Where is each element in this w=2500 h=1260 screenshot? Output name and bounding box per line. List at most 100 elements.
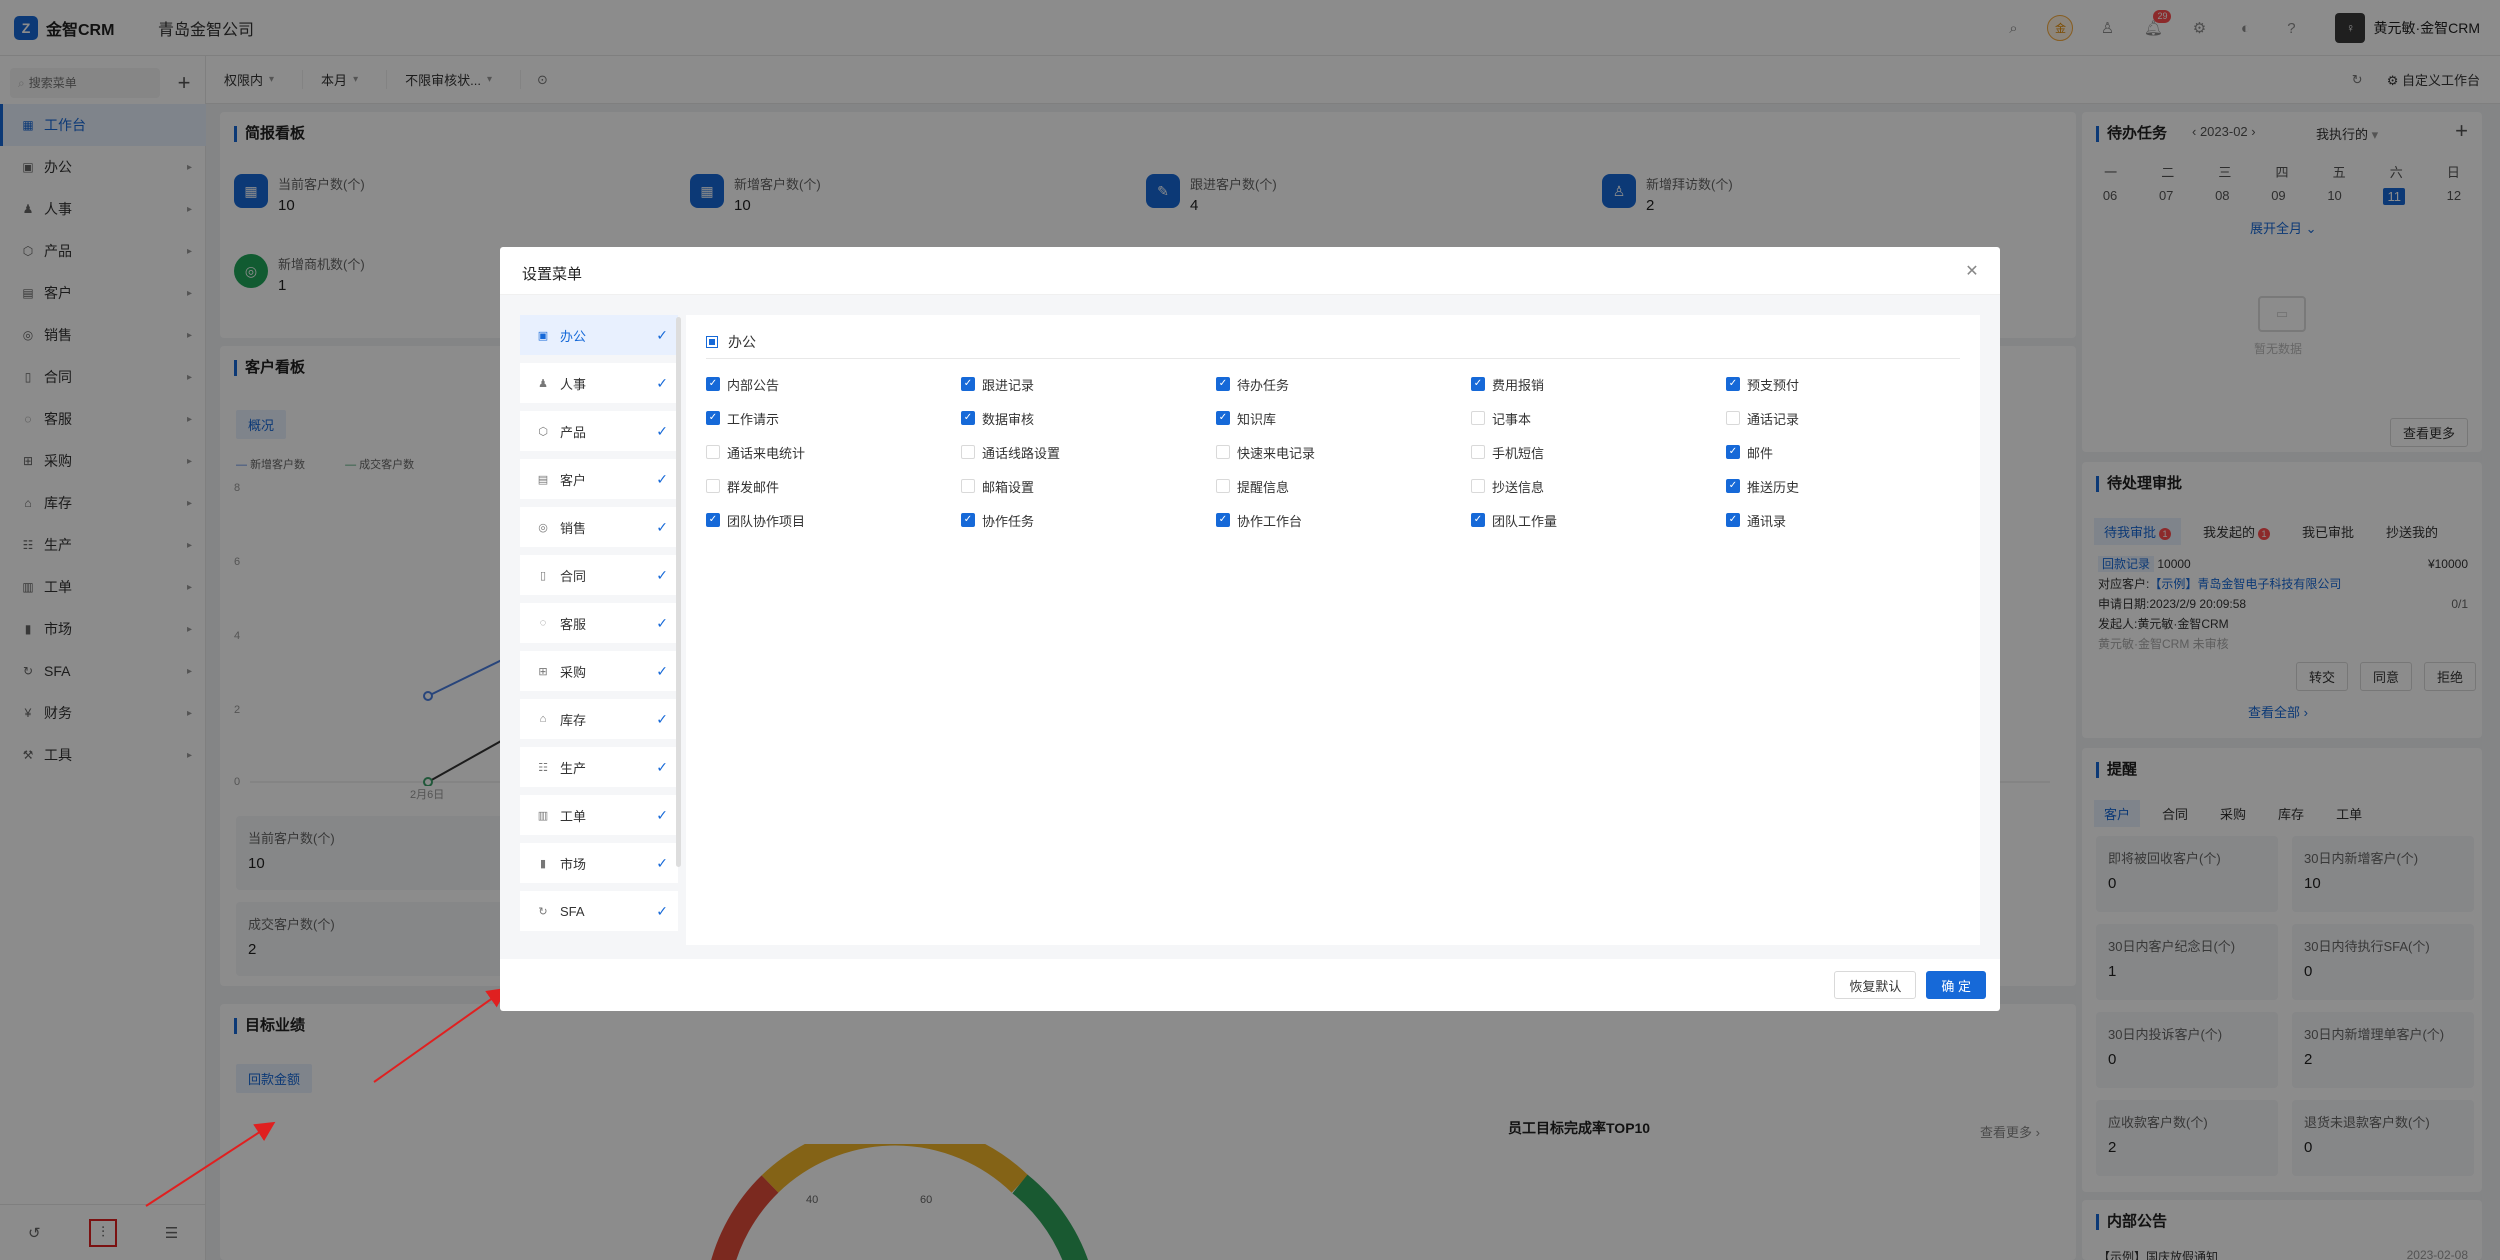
option-label: 邮件 — [1747, 445, 1774, 461]
category-customer[interactable]: ▤ 客户 ✓ — [520, 459, 678, 499]
option-item[interactable]: ✓ 费用报销 — [1471, 367, 1726, 401]
category-sales[interactable]: ◎ 销售 ✓ — [520, 507, 678, 547]
option-item[interactable]: 手机短信 — [1471, 435, 1726, 469]
category-label: 销售 — [560, 520, 587, 536]
option-item[interactable]: ✓ 团队协作项目 — [706, 503, 961, 537]
dialog-footer: 恢复默认 确 定 — [500, 959, 2000, 1011]
option-item[interactable]: ✓ 邮件 — [1726, 435, 1981, 469]
checkbox-checked[interactable]: ✓ — [1726, 445, 1740, 459]
check-icon: ✓ — [656, 518, 668, 535]
option-label: 群发邮件 — [727, 479, 780, 495]
checkbox-checked[interactable]: ✓ — [706, 411, 720, 425]
checkbox-unchecked[interactable] — [961, 445, 975, 459]
service-icon: ◌ — [539, 617, 547, 629]
checkbox-checked[interactable]: ✓ — [961, 411, 975, 425]
option-label: 团队工作量 — [1492, 513, 1558, 529]
option-item[interactable]: 抄送信息 — [1471, 469, 1726, 503]
option-label: 费用报销 — [1492, 377, 1545, 393]
category-sfa[interactable]: ↻ SFA ✓ — [520, 891, 678, 931]
checkbox-checked[interactable]: ✓ — [1726, 479, 1740, 493]
option-item[interactable]: 群发邮件 — [706, 469, 961, 503]
option-label: 快速来电记录 — [1237, 445, 1316, 461]
checkbox-checked[interactable]: ✓ — [1726, 377, 1740, 391]
close-icon[interactable]: ✕ — [1960, 259, 1984, 283]
option-item[interactable]: ✓ 跟进记录 — [961, 367, 1216, 401]
category-purchase[interactable]: ⊞ 采购 ✓ — [520, 651, 678, 691]
category-label: 库存 — [560, 712, 587, 728]
option-label: 知识库 — [1237, 411, 1277, 427]
checkbox-unchecked[interactable] — [706, 445, 720, 459]
option-item[interactable]: ✓ 内部公告 — [706, 367, 961, 401]
check-icon: ✓ — [656, 374, 668, 391]
option-item[interactable]: ✓ 数据审核 — [961, 401, 1216, 435]
option-item[interactable]: 通话线路设置 — [961, 435, 1216, 469]
checkbox-checked[interactable]: ✓ — [706, 377, 720, 391]
option-label: 预支预付 — [1747, 377, 1800, 393]
check-icon: ✓ — [656, 854, 668, 871]
category-scrollbar[interactable] — [676, 317, 681, 867]
category-contract[interactable]: ▯ 合同 ✓ — [520, 555, 678, 595]
option-item[interactable]: 通话来电统计 — [706, 435, 961, 469]
checkbox-checked[interactable]: ✓ — [706, 513, 720, 527]
category-office[interactable]: ▣ 办公 ✓ — [520, 315, 678, 355]
option-label: 通话来电统计 — [727, 445, 806, 461]
annotation-arrow — [373, 987, 508, 1083]
option-panel: 办公 ✓ 内部公告 ✓ 跟进记录 ✓ 待办任务 ✓ 费用报销 ✓ 预支预付 ✓ 工作请示 ✓ 数据审核 ✓ 知… — [686, 315, 1980, 945]
category-production[interactable]: ☷ 生产 ✓ — [520, 747, 678, 787]
checkbox-unchecked[interactable] — [1471, 411, 1485, 425]
contract-icon: ▯ — [539, 569, 547, 582]
option-item[interactable]: ✓ 团队工作量 — [1471, 503, 1726, 537]
category-label: 生产 — [560, 760, 587, 776]
category-hr[interactable]: ♟ 人事 ✓ — [520, 363, 678, 403]
category-label: 合同 — [560, 568, 587, 584]
category-label: 产品 — [560, 424, 587, 440]
option-item[interactable]: ✓ 知识库 — [1216, 401, 1471, 435]
confirm-button[interactable]: 确 定 — [1926, 971, 1986, 999]
checkbox-unchecked[interactable] — [1216, 479, 1230, 493]
option-item[interactable]: 快速来电记录 — [1216, 435, 1471, 469]
checkbox-unchecked[interactable] — [1216, 445, 1230, 459]
option-item[interactable]: ✓ 通讯录 — [1726, 503, 1981, 537]
checkbox-checked[interactable]: ✓ — [1216, 411, 1230, 425]
option-item[interactable]: 邮箱设置 — [961, 469, 1216, 503]
option-label: 待办任务 — [1237, 377, 1290, 393]
checkbox-unchecked[interactable] — [1471, 479, 1485, 493]
option-item[interactable]: ✓ 推送历史 — [1726, 469, 1981, 503]
option-label: 抄送信息 — [1492, 479, 1545, 495]
checkbox-checked[interactable]: ✓ — [1471, 377, 1485, 391]
checkbox-unchecked[interactable] — [1726, 411, 1740, 425]
sfa-icon: ↻ — [538, 905, 548, 918]
option-item[interactable]: ✓ 工作请示 — [706, 401, 961, 435]
category-inventory[interactable]: ⌂ 库存 ✓ — [520, 699, 678, 739]
indeterminate-checkbox[interactable] — [706, 335, 718, 348]
checkbox-unchecked[interactable] — [961, 479, 975, 493]
option-item[interactable]: ✓ 协作工作台 — [1216, 503, 1471, 537]
option-item[interactable]: ✓ 预支预付 — [1726, 367, 1981, 401]
category-workorder[interactable]: ▥ 工单 ✓ — [520, 795, 678, 835]
checkbox-checked[interactable]: ✓ — [1216, 513, 1230, 527]
checkbox-unchecked[interactable] — [1471, 445, 1485, 459]
section-header[interactable]: 办公 — [706, 325, 1960, 359]
option-item[interactable]: ✓ 协作任务 — [961, 503, 1216, 537]
option-item[interactable]: 记事本 — [1471, 401, 1726, 435]
checkbox-checked[interactable]: ✓ — [1216, 377, 1230, 391]
office-icon: ▣ — [537, 329, 549, 342]
category-product[interactable]: ⬡ 产品 ✓ — [520, 411, 678, 451]
category-market[interactable]: ▮ 市场 ✓ — [520, 843, 678, 883]
checkbox-unchecked[interactable] — [706, 479, 720, 493]
option-label: 邮箱设置 — [982, 479, 1035, 495]
production-icon: ☷ — [538, 761, 548, 774]
checkbox-checked[interactable]: ✓ — [961, 513, 975, 527]
option-item[interactable]: 提醒信息 — [1216, 469, 1471, 503]
checkbox-checked[interactable]: ✓ — [1726, 513, 1740, 527]
checkbox-checked[interactable]: ✓ — [1471, 513, 1485, 527]
option-item[interactable]: 通话记录 — [1726, 401, 1981, 435]
workorder-icon: ▥ — [537, 809, 549, 822]
option-item[interactable]: ✓ 待办任务 — [1216, 367, 1471, 401]
option-label: 工作请示 — [727, 411, 780, 427]
reset-default-button[interactable]: 恢复默认 — [1834, 971, 1917, 999]
checkbox-checked[interactable]: ✓ — [961, 377, 975, 391]
category-service[interactable]: ◌ 客服 ✓ — [520, 603, 678, 643]
category-label: 办公 — [560, 328, 587, 344]
check-icon: ✓ — [656, 614, 668, 631]
